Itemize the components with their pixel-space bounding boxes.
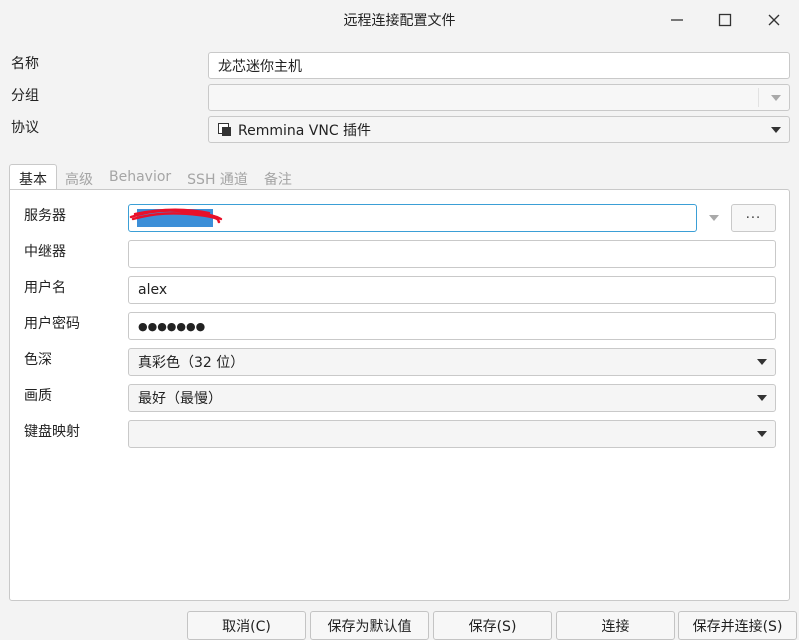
quality-value: 最好（最慢） [138, 391, 222, 407]
tab-bar: 基本 高级 Behavior SSH 通道 备注 [9, 164, 300, 190]
username-value: alex [138, 282, 168, 298]
group-combo[interactable] [208, 84, 790, 111]
quality-select[interactable]: 最好（最慢） [128, 384, 776, 412]
minimize-icon[interactable] [664, 8, 690, 32]
server-input[interactable] [128, 204, 697, 232]
server-label: 服务器 [24, 208, 66, 224]
password-value: ●●●●●●● [138, 319, 206, 333]
save-and-connect-button[interactable]: 保存并连接(S) [678, 611, 797, 640]
password-label: 用户密码 [24, 316, 80, 332]
save-as-default-button[interactable]: 保存为默认值 [310, 611, 429, 640]
username-input[interactable]: alex [128, 276, 776, 304]
name-value: 龙芯迷你主机 [218, 58, 302, 75]
maximize-icon[interactable] [712, 8, 738, 32]
tab-ssh-tunnel[interactable]: SSH 通道 [179, 164, 256, 190]
password-input[interactable]: ●●●●●●● [128, 312, 776, 340]
protocol-value: Remmina VNC 插件 [238, 122, 372, 139]
title-bar: 远程连接配置文件 [0, 0, 799, 40]
group-label: 分组 [11, 88, 39, 104]
server-browse-button[interactable]: ··· [731, 204, 776, 232]
chevron-down-icon [757, 395, 767, 401]
chevron-down-icon[interactable] [771, 94, 781, 101]
connect-button[interactable]: 连接 [556, 611, 675, 640]
cancel-button[interactable]: 取消(C) [187, 611, 306, 640]
chevron-down-icon [757, 431, 767, 437]
tab-advanced[interactable]: 高级 [57, 164, 101, 190]
repeater-label: 中继器 [24, 244, 66, 260]
keymap-select[interactable] [128, 420, 776, 448]
group-combo-separator [758, 88, 759, 107]
tab-behavior[interactable]: Behavior [101, 164, 179, 190]
repeater-input[interactable] [128, 240, 776, 268]
name-label: 名称 [11, 56, 39, 72]
tab-basic[interactable]: 基本 [9, 164, 57, 190]
close-icon[interactable] [761, 8, 787, 32]
server-history-dropdown[interactable] [700, 204, 728, 232]
chevron-down-icon [709, 215, 719, 221]
keymap-label: 键盘映射 [24, 424, 80, 440]
chevron-down-icon [757, 359, 767, 365]
plugin-windows-icon [218, 122, 232, 137]
save-button[interactable]: 保存(S) [433, 611, 552, 640]
protocol-select[interactable]: Remmina VNC 插件 [208, 116, 790, 143]
chevron-down-icon[interactable] [771, 126, 781, 133]
quality-label: 画质 [24, 388, 52, 404]
color-depth-label: 色深 [24, 352, 52, 368]
name-field[interactable]: 龙芯迷你主机 [208, 52, 790, 79]
color-depth-select[interactable]: 真彩色（32 位） [128, 348, 776, 376]
protocol-label: 协议 [11, 120, 39, 136]
color-depth-value: 真彩色（32 位） [138, 355, 245, 371]
username-label: 用户名 [24, 280, 66, 296]
redaction-scribble [129, 208, 223, 224]
tab-notes[interactable]: 备注 [256, 164, 300, 190]
